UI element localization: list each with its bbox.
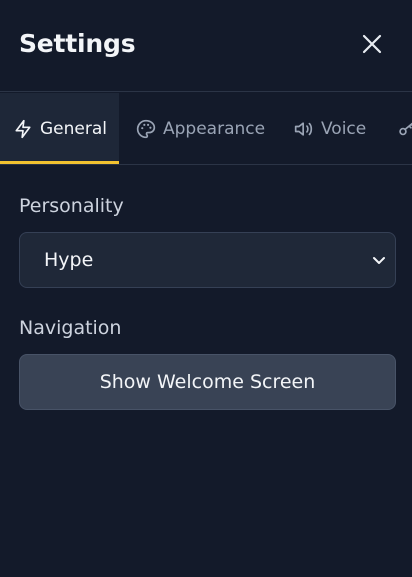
close-button[interactable] bbox=[356, 28, 388, 60]
speaker-icon bbox=[294, 119, 314, 139]
key-icon bbox=[398, 119, 412, 139]
palette-icon bbox=[136, 119, 156, 139]
tab-api-keys[interactable] bbox=[398, 93, 412, 164]
chevron-down-icon bbox=[373, 257, 385, 264]
navigation-label: Navigation bbox=[19, 317, 122, 339]
tab-voice[interactable]: Voice bbox=[294, 93, 366, 164]
page-title: Settings bbox=[19, 29, 136, 58]
tab-general[interactable]: General bbox=[0, 93, 119, 164]
personality-select[interactable]: Hype bbox=[19, 232, 396, 288]
lightning-icon bbox=[13, 119, 33, 139]
personality-label: Personality bbox=[19, 195, 124, 217]
show-welcome-screen-button[interactable]: Show Welcome Screen bbox=[19, 354, 396, 410]
close-icon bbox=[362, 34, 382, 54]
settings-header: Settings bbox=[0, 0, 412, 92]
settings-tabs: General Appearance Voice bbox=[0, 93, 412, 165]
tab-appearance[interactable]: Appearance bbox=[136, 93, 265, 164]
tab-label: General bbox=[40, 118, 107, 139]
tab-label: Voice bbox=[321, 118, 367, 139]
personality-select-value: Hype bbox=[44, 249, 94, 271]
tab-label: Appearance bbox=[163, 118, 266, 139]
